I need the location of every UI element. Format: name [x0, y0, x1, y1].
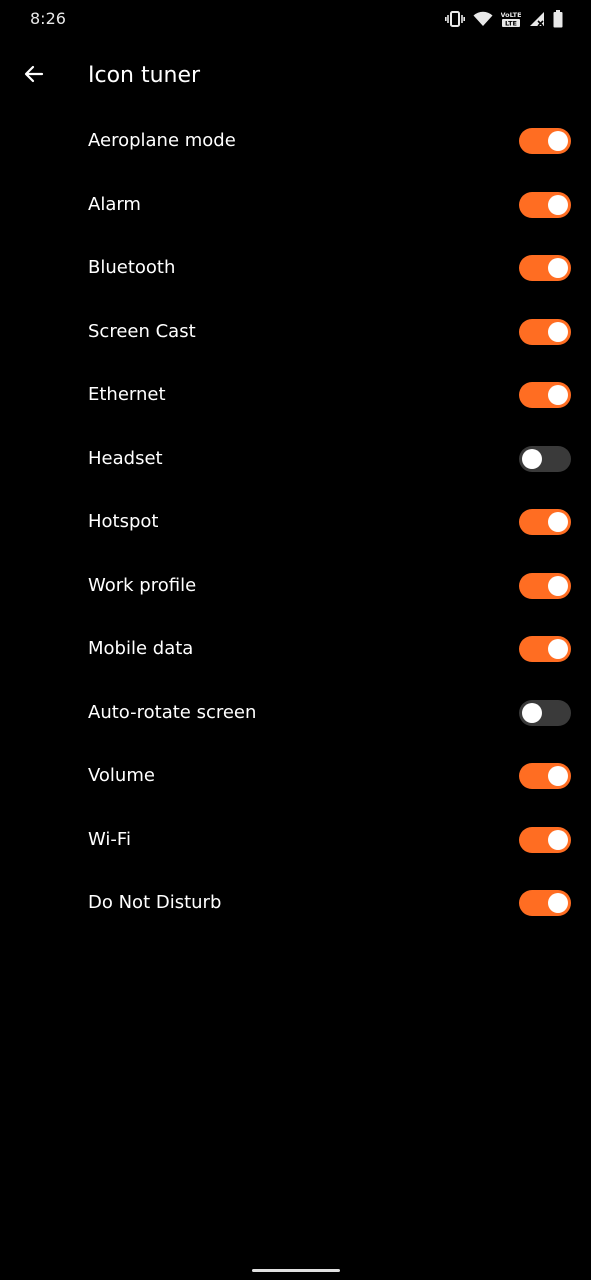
toggle-thumb — [548, 766, 568, 786]
app-bar: Icon tuner — [0, 48, 591, 104]
toggle-thumb — [548, 321, 568, 342]
volte-lte-icon: VoLTE LTE — [501, 10, 521, 28]
toggle-thumb — [548, 385, 568, 405]
setting-label: Headset — [88, 447, 163, 469]
toggle-thumb — [548, 829, 568, 850]
setting-volume[interactable]: Volume — [0, 745, 591, 809]
setting-bluetooth[interactable]: Bluetooth — [0, 237, 591, 301]
lte-text: LTE — [505, 20, 517, 28]
toggle-thumb — [548, 194, 568, 215]
setting-work-profile[interactable]: Work profile — [0, 555, 591, 619]
setting-hotspot[interactable]: Hotspot — [0, 491, 591, 555]
hotspot-toggle[interactable] — [519, 509, 571, 535]
setting-aeroplane-mode[interactable]: Aeroplane mode — [0, 110, 591, 174]
setting-do-not-disturb[interactable]: Do Not Disturb — [0, 872, 591, 936]
auto-rotate-screen-toggle[interactable] — [519, 699, 571, 726]
headset-toggle[interactable] — [519, 445, 571, 472]
toggle-thumb — [548, 639, 568, 659]
screen-cast-toggle[interactable] — [519, 318, 571, 345]
setting-screen-cast[interactable]: Screen Cast — [0, 301, 591, 365]
status-icons: VoLTE LTE — [445, 9, 563, 29]
mobile-signal-icon — [529, 11, 545, 27]
back-button[interactable] — [14, 56, 54, 96]
icon-toggle-list: Aeroplane mode Alarm Bluetooth Screen Ca… — [0, 110, 591, 936]
setting-mobile-data[interactable]: Mobile data — [0, 618, 591, 682]
volume-toggle[interactable] — [519, 763, 571, 789]
status-bar: 8:26 VoLTE LTE — [0, 0, 591, 40]
setting-label: Volume — [88, 765, 155, 786]
toggle-thumb — [548, 512, 568, 532]
status-time: 8:26 — [30, 9, 66, 28]
bluetooth-toggle[interactable] — [519, 255, 571, 281]
arrow-back-icon — [22, 62, 46, 90]
volte-text: VoLTE — [501, 11, 521, 19]
setting-label: Screen Cast — [88, 320, 196, 342]
setting-label: Mobile data — [88, 638, 194, 659]
battery-icon — [553, 10, 563, 28]
setting-label: Auto-rotate screen — [88, 701, 257, 723]
setting-label: Bluetooth — [88, 257, 176, 278]
toggle-thumb — [548, 575, 568, 596]
wifi-icon — [473, 11, 493, 27]
setting-label: Aeroplane mode — [88, 130, 236, 151]
setting-alarm[interactable]: Alarm — [0, 174, 591, 238]
setting-label: Alarm — [88, 193, 141, 215]
setting-label: Do Not Disturb — [88, 892, 222, 913]
aeroplane-mode-toggle[interactable] — [519, 128, 571, 154]
setting-headset[interactable]: Headset — [0, 428, 591, 492]
vibrate-icon — [445, 11, 465, 27]
setting-label: Work profile — [88, 574, 197, 596]
ethernet-toggle[interactable] — [519, 382, 571, 408]
setting-auto-rotate-screen[interactable]: Auto-rotate screen — [0, 682, 591, 746]
toggle-thumb — [548, 258, 568, 278]
setting-label: Hotspot — [88, 511, 159, 532]
setting-label: Ethernet — [88, 384, 166, 405]
alarm-toggle[interactable] — [519, 191, 571, 218]
page-title: Icon tuner — [88, 63, 201, 88]
setting-ethernet[interactable]: Ethernet — [0, 364, 591, 428]
toggle-thumb — [548, 893, 568, 913]
mobile-data-toggle[interactable] — [519, 636, 571, 662]
toggle-thumb — [522, 448, 542, 469]
wi-fi-toggle[interactable] — [519, 826, 571, 853]
setting-label: Wi-Fi — [88, 828, 131, 850]
gesture-nav-handle[interactable] — [252, 1269, 340, 1272]
setting-wi-fi[interactable]: Wi-Fi — [0, 809, 591, 873]
do-not-disturb-toggle[interactable] — [519, 890, 571, 916]
work-profile-toggle[interactable] — [519, 572, 571, 599]
toggle-thumb — [522, 702, 542, 723]
toggle-thumb — [548, 131, 568, 151]
